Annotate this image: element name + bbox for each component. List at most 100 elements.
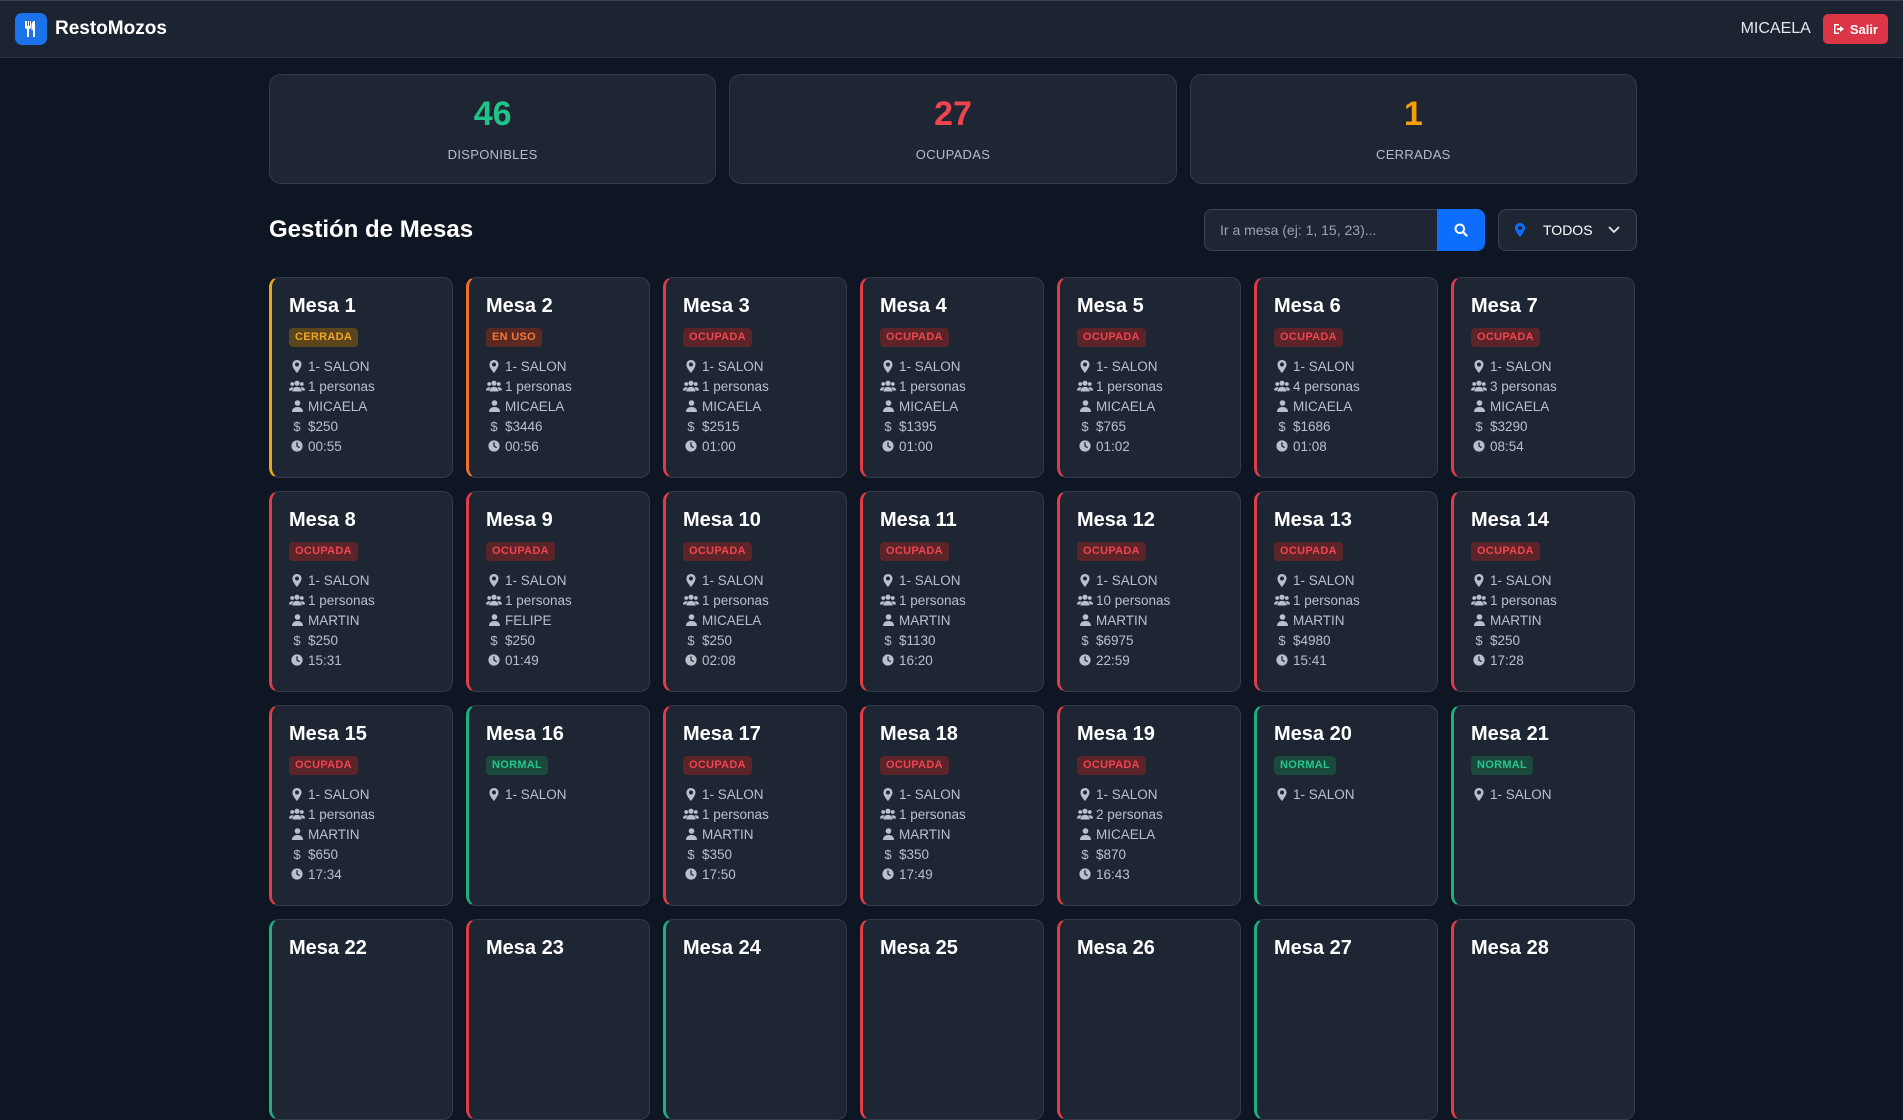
mesa-people: 1 personas bbox=[1077, 376, 1240, 396]
mesa-card[interactable]: Mesa 12 OCUPADA 1- SALON 10 personas MARTIN $… bbox=[1057, 491, 1241, 692]
mesa-people: 3 personas bbox=[1471, 376, 1634, 396]
mesa-card[interactable]: Mesa 9 OCUPADA 1- SALON 1 personas FELIPE $ $2… bbox=[466, 491, 650, 692]
user-icon bbox=[289, 828, 305, 840]
mesa-location-value: 1- SALON bbox=[1293, 358, 1355, 374]
mesa-card[interactable]: Mesa 19 OCUPADA 1- SALON 2 personas MICAELA $… bbox=[1057, 705, 1241, 906]
table-search-input[interactable] bbox=[1204, 209, 1437, 251]
mesa-amount-value: $250 bbox=[702, 632, 733, 648]
mesa-time: 15:31 bbox=[289, 650, 452, 670]
dollar-icon: $ bbox=[884, 846, 892, 862]
users-icon bbox=[486, 594, 502, 606]
mesa-card[interactable]: Mesa 17 OCUPADA 1- SALON 1 personas MARTIN $ $… bbox=[663, 705, 847, 906]
mesa-people: 1 personas bbox=[880, 376, 1043, 396]
stat-card-cerradas: 1 CERRADAS bbox=[1189, 74, 1637, 184]
clock-icon bbox=[289, 440, 305, 452]
mesa-time: 01:08 bbox=[1274, 436, 1437, 456]
mesa-people-value: 1 personas bbox=[308, 378, 375, 394]
mesa-time-value: 17:34 bbox=[308, 866, 342, 882]
current-user: MICAELA bbox=[1740, 20, 1811, 37]
mesa-card[interactable]: Mesa 7 OCUPADA 1- SALON 3 personas MICAELA $ $… bbox=[1451, 277, 1635, 478]
mesa-location-value: 1- SALON bbox=[1293, 572, 1355, 588]
stat-label: OCUPADAS bbox=[915, 146, 991, 162]
status-badge: OCUPADA bbox=[289, 542, 358, 561]
mesa-waiter-value: MICAELA bbox=[1293, 398, 1353, 414]
search-group bbox=[1204, 209, 1485, 251]
map-marker-icon bbox=[880, 573, 896, 587]
user-icon bbox=[880, 400, 896, 412]
mesa-card[interactable]: Mesa 26 bbox=[1057, 919, 1241, 1120]
search-button[interactable] bbox=[1437, 209, 1485, 251]
mesa-card[interactable]: Mesa 3 OCUPADA 1- SALON 1 personas MICAELA $ $… bbox=[663, 277, 847, 478]
page-header: Gestión de Mesas TODOS bbox=[269, 208, 1637, 252]
mesa-card[interactable]: Mesa 2 EN USO 1- SALON 1 personas MICAELA $ $3… bbox=[466, 277, 650, 478]
mesa-card[interactable]: Mesa 13 OCUPADA 1- SALON 1 personas MARTIN $ $… bbox=[1254, 491, 1438, 692]
map-marker-icon bbox=[1274, 359, 1290, 373]
mesa-title: Mesa 10 bbox=[683, 509, 761, 531]
mesa-people: 1 personas bbox=[683, 590, 846, 610]
stat-value: 1 bbox=[1403, 94, 1423, 133]
status-badge: CERRADA bbox=[289, 328, 359, 347]
user-icon bbox=[880, 614, 896, 626]
mesa-people-value: 1 personas bbox=[899, 806, 966, 822]
mesa-amount: $ $870 bbox=[1077, 844, 1240, 864]
mesa-location-value: 1- SALON bbox=[308, 786, 370, 802]
brand[interactable]: RestoMozos bbox=[15, 13, 167, 45]
mesa-card[interactable]: Mesa 6 OCUPADA 1- SALON 4 personas MICAELA $ $… bbox=[1254, 277, 1438, 478]
clock-icon bbox=[1077, 654, 1093, 666]
mesa-card[interactable]: Mesa 5 OCUPADA 1- SALON 1 personas MICAELA $ $… bbox=[1057, 277, 1241, 478]
stat-value: 27 bbox=[934, 94, 972, 133]
logout-label: Salir bbox=[1849, 21, 1878, 37]
mesa-card[interactable]: Mesa 21 NORMAL 1- SALON bbox=[1451, 705, 1635, 906]
mesa-amount-value: $1130 bbox=[899, 632, 936, 648]
mesa-card[interactable]: Mesa 1 CERRADA 1- SALON 1 personas MICAELA $ $… bbox=[269, 277, 453, 478]
mesa-card[interactable]: Mesa 15 OCUPADA 1- SALON 1 personas MARTIN $ $… bbox=[269, 705, 453, 906]
mesa-amount: $ $250 bbox=[683, 630, 846, 650]
mesa-location-value: 1- SALON bbox=[702, 786, 764, 802]
map-marker-icon bbox=[683, 787, 699, 801]
mesa-people: 1 personas bbox=[289, 376, 452, 396]
mesa-amount-value: $870 bbox=[1096, 846, 1127, 862]
logout-button[interactable]: Salir bbox=[1822, 14, 1888, 44]
mesa-card[interactable]: Mesa 25 bbox=[860, 919, 1044, 1120]
mesa-card[interactable]: Mesa 4 OCUPADA 1- SALON 1 personas MICAELA $ $… bbox=[860, 277, 1044, 478]
map-marker-icon bbox=[289, 787, 305, 801]
mesa-card[interactable]: Mesa 23 bbox=[466, 919, 650, 1120]
mesa-location: 1- SALON bbox=[880, 356, 1043, 376]
mesa-card[interactable]: Mesa 14 OCUPADA 1- SALON 1 personas MARTIN $ $… bbox=[1451, 491, 1635, 692]
dollar-icon: $ bbox=[490, 632, 498, 648]
mesa-waiter: MICAELA bbox=[683, 610, 846, 630]
mesa-title: Mesa 5 bbox=[1077, 295, 1144, 317]
mesa-location: 1- SALON bbox=[683, 784, 846, 804]
location-filter-select[interactable]: TODOS bbox=[1498, 209, 1637, 251]
stat-card-disponibles: 46 DISPONIBLES bbox=[269, 74, 717, 184]
mesa-location-value: 1- SALON bbox=[308, 572, 370, 588]
users-icon bbox=[880, 594, 896, 606]
mesa-waiter-value: MARTIN bbox=[899, 612, 951, 628]
mesa-card[interactable]: Mesa 16 NORMAL 1- SALON bbox=[466, 705, 650, 906]
mesa-title: Mesa 26 bbox=[1077, 937, 1155, 959]
mesa-amount-value: $4980 bbox=[1293, 632, 1331, 648]
mesa-card[interactable]: Mesa 27 bbox=[1254, 919, 1438, 1120]
mesa-card[interactable]: Mesa 10 OCUPADA 1- SALON 1 personas MICAELA $… bbox=[663, 491, 847, 692]
mesa-card[interactable]: Mesa 18 OCUPADA 1- SALON 1 personas MARTIN $ $… bbox=[860, 705, 1044, 906]
dollar-icon: $ bbox=[687, 418, 695, 434]
mesa-time-value: 17:50 bbox=[702, 866, 736, 882]
users-icon bbox=[486, 380, 502, 392]
status-badge: OCUPADA bbox=[1274, 542, 1343, 561]
mesa-amount: $ $250 bbox=[289, 416, 452, 436]
mesa-card[interactable]: Mesa 11 OCUPADA 1- SALON 1 personas MARTIN $ $… bbox=[860, 491, 1044, 692]
mesa-card[interactable]: Mesa 20 NORMAL 1- SALON bbox=[1254, 705, 1438, 906]
mesa-card[interactable]: Mesa 8 OCUPADA 1- SALON 1 personas MARTIN $ $2… bbox=[269, 491, 453, 692]
mesa-time-value: 01:02 bbox=[1096, 438, 1130, 454]
top-navbar: RestoMozos MICAELA Salir bbox=[0, 0, 1903, 58]
mesa-card[interactable]: Mesa 24 bbox=[663, 919, 847, 1120]
mesa-card[interactable]: Mesa 22 bbox=[269, 919, 453, 1120]
mesa-waiter: MICAELA bbox=[1077, 396, 1240, 416]
mesa-location: 1- SALON bbox=[1274, 570, 1437, 590]
mesa-people: 1 personas bbox=[1471, 590, 1634, 610]
mesa-amount-value: $2515 bbox=[702, 418, 740, 434]
mesa-amount: $ $1686 bbox=[1274, 416, 1437, 436]
mesa-card[interactable]: Mesa 28 bbox=[1451, 919, 1635, 1120]
mesa-waiter: MARTIN bbox=[683, 824, 846, 844]
mesa-title: Mesa 20 bbox=[1274, 723, 1352, 745]
